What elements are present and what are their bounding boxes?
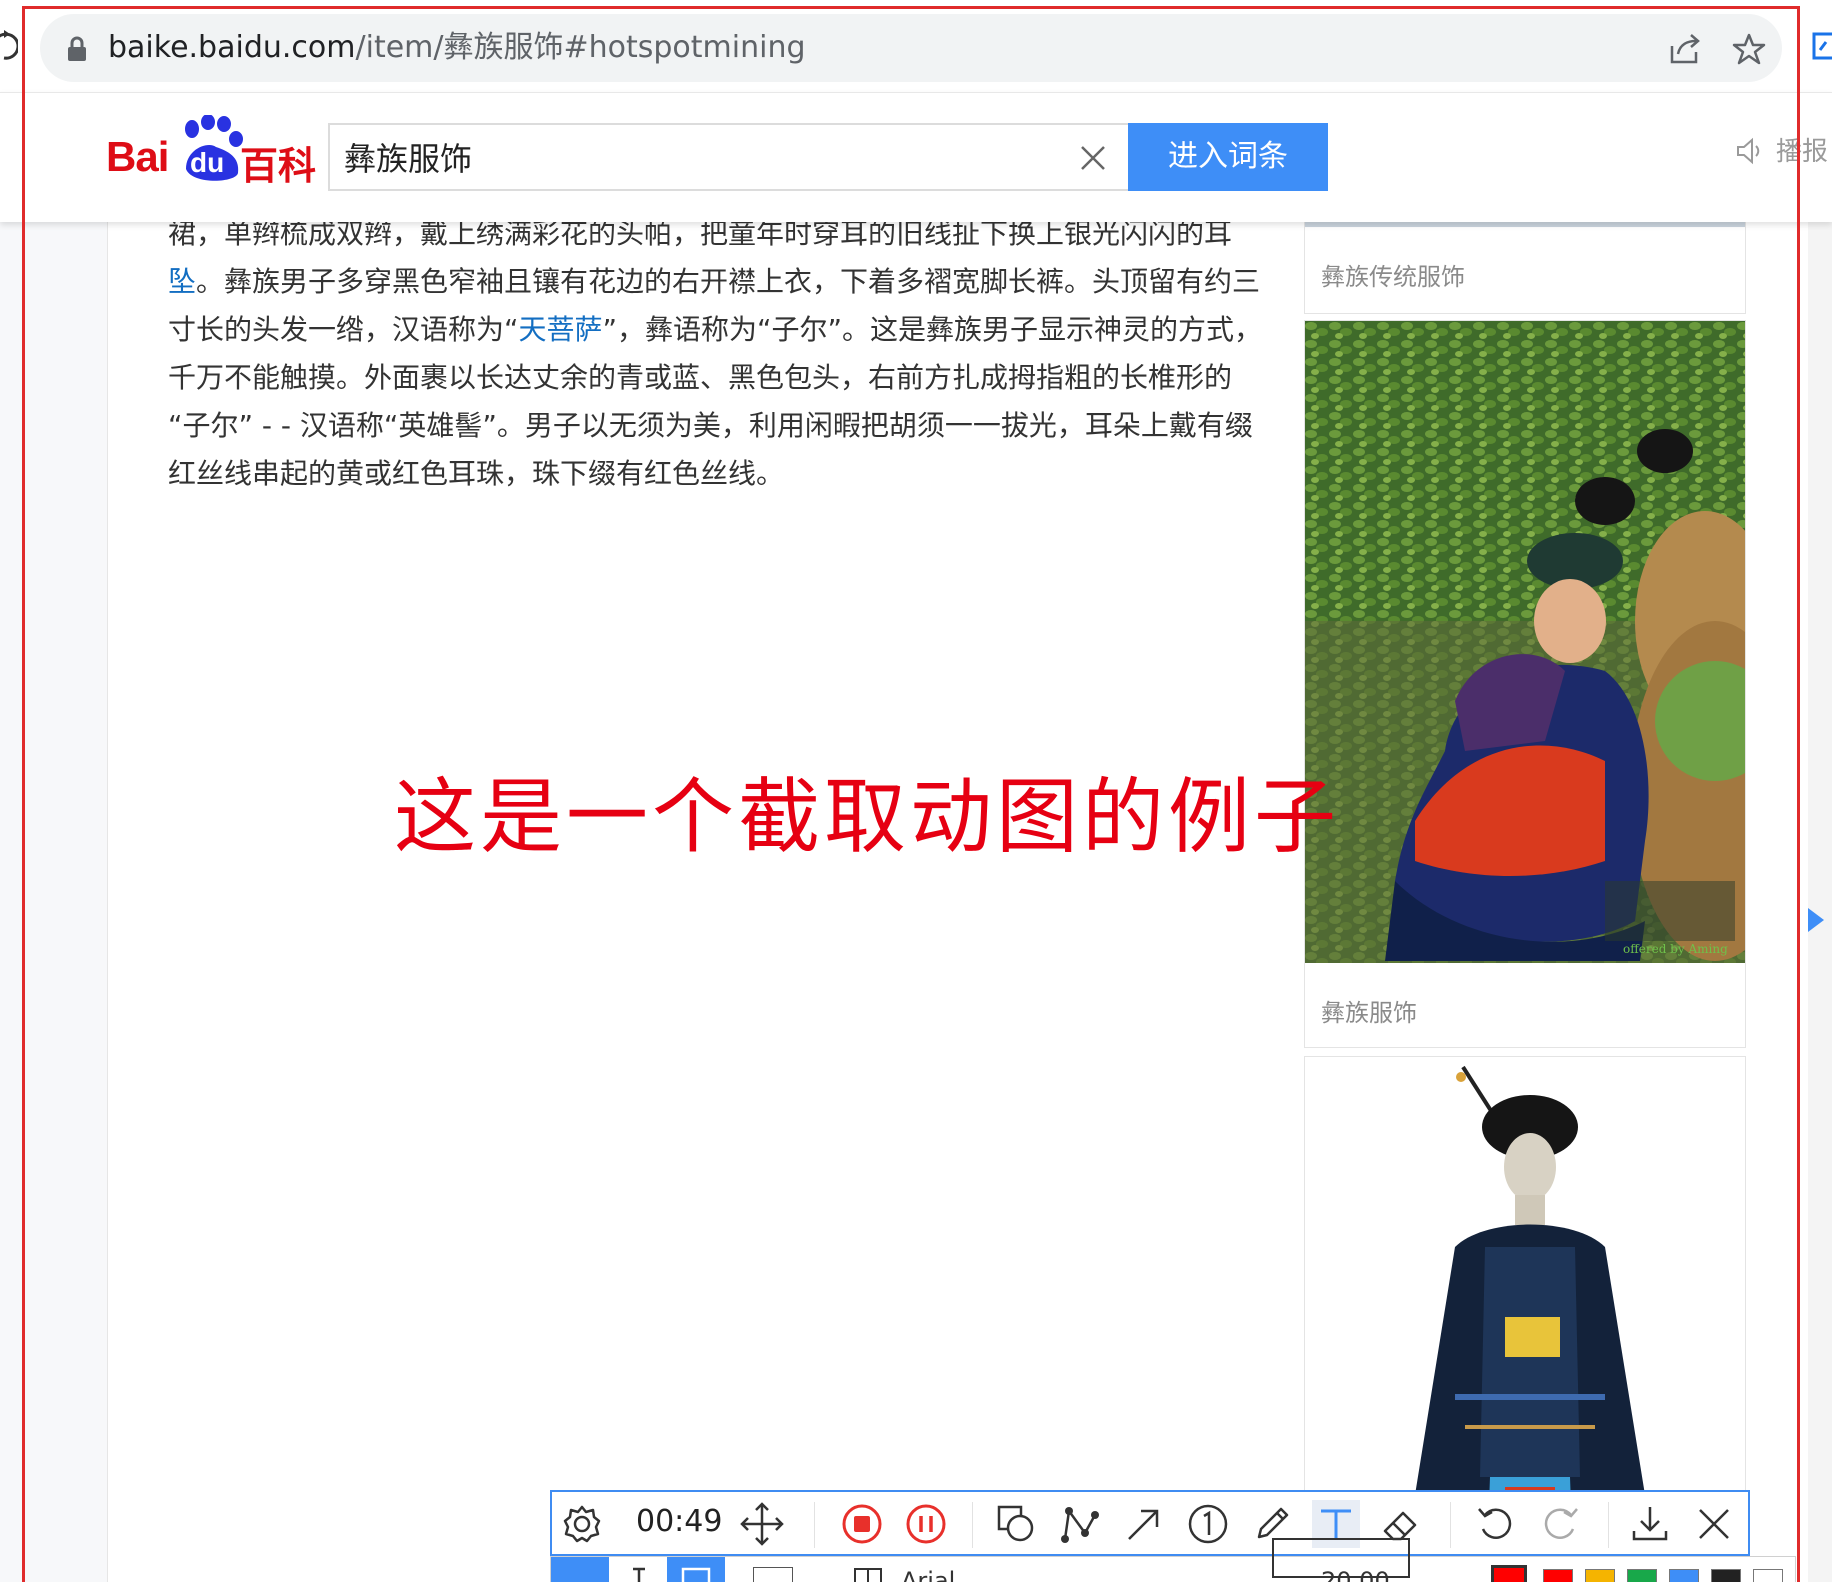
gallery-card-2[interactable]: offered by Aming 彝族服饰 <box>1304 320 1746 1048</box>
polyline-tool-button[interactable] <box>1056 1500 1104 1548</box>
logo-du-text: du <box>190 147 225 178</box>
search-box <box>328 123 1128 191</box>
article-line-2-post: ”，彝语称为“子尔”。这是彝族男子显示神灵的方式， <box>602 313 1263 346</box>
toolbar-divider <box>972 1502 973 1548</box>
move-button[interactable] <box>738 1500 786 1548</box>
right-gutter <box>1808 222 1832 1582</box>
article-line-3: 千万不能触摸。外面裹以长达丈余的青或蓝、黑色包头，右前方扎成拇指粗的长椎形的 <box>168 361 1233 394</box>
close-button[interactable] <box>1690 1500 1738 1548</box>
address-bar[interactable]: baike.baidu.com/item/彝族服饰#hotspotmining <box>40 14 1782 82</box>
gallery-caption-1: 彝族传统服饰 <box>1321 263 1465 291</box>
capture-toolbar: 00:49 <box>550 1490 1750 1556</box>
side-expand-arrow-icon[interactable] <box>1808 908 1824 932</box>
text-options-toolbar: Arial 20.00 <box>550 1556 1796 1582</box>
close-icon <box>1699 1509 1729 1539</box>
broadcast-label[interactable]: 播报 <box>1776 131 1828 168</box>
url-host: baike.baidu.com <box>108 30 356 65</box>
left-gutter <box>0 222 108 1582</box>
lock-icon[interactable] <box>66 36 88 62</box>
arrow-icon <box>1128 1509 1159 1540</box>
url-text[interactable]: baike.baidu.com/item/彝族服饰#hotspotmining <box>108 28 806 68</box>
settings-button[interactable] <box>558 1500 606 1548</box>
toolbar-divider <box>1608 1502 1609 1548</box>
extension-icon[interactable] <box>1810 30 1832 62</box>
overlay-annotation-text: 这是一个截取动图的例子 <box>394 770 1341 865</box>
photo-credit: offered by Aming <box>1623 942 1728 956</box>
stop-record-icon <box>842 1504 882 1544</box>
search-input[interactable] <box>344 133 1044 181</box>
logo-bai-text: Bai <box>106 133 169 180</box>
text-background-button[interactable] <box>667 1557 725 1582</box>
shape-tool-button[interactable] <box>992 1500 1040 1548</box>
color-swatch-yellow[interactable] <box>1585 1569 1615 1582</box>
screen: baike.baidu.com/item/彝族服饰#hotspotmining … <box>0 0 1832 1582</box>
color-swatch-black[interactable] <box>1711 1569 1741 1582</box>
gallery-card-1[interactable]: 彝族传统服饰 <box>1304 218 1746 314</box>
article-line-5: 红丝线串起的黄或红色耳珠，珠下缀有红色丝线。 <box>168 457 785 490</box>
italic-icon <box>633 1567 645 1582</box>
download-icon <box>1632 1507 1668 1541</box>
polyline-icon <box>1061 1507 1099 1543</box>
gallery-caption-2: 彝族服饰 <box>1321 999 1417 1027</box>
redo-button[interactable] <box>1536 1500 1584 1548</box>
article-line-1-text: 。彝族男子多穿黑色窄袖且镶有花边的右开襟上衣，下着多褶宽脚长裤。头顶留有约三 <box>196 265 1261 298</box>
font-name[interactable]: Arial <box>901 1567 955 1582</box>
undo-button[interactable] <box>1472 1500 1520 1548</box>
redo-icon <box>1544 1508 1578 1539</box>
number-icon <box>1188 1504 1228 1544</box>
toolbar-divider <box>814 1502 815 1548</box>
shape-icon <box>997 1505 1034 1542</box>
move-icon <box>740 1502 784 1546</box>
pause-button[interactable] <box>902 1500 950 1548</box>
bold-button[interactable] <box>551 1557 609 1582</box>
font-icon <box>854 1568 882 1582</box>
recording-timer: 00:49 <box>636 1504 723 1539</box>
settings-icon <box>563 1505 601 1543</box>
stop-record-button[interactable] <box>838 1500 886 1548</box>
color-swatch-white[interactable] <box>1753 1569 1783 1582</box>
url-path: /item/彝族服饰#hotspotmining <box>355 30 806 65</box>
toolbar-divider <box>1450 1502 1451 1548</box>
font-size-input-box[interactable] <box>1272 1538 1410 1578</box>
color-swatch-red[interactable] <box>1543 1569 1573 1582</box>
color-swatch-selected[interactable] <box>1491 1565 1527 1582</box>
pause-icon <box>906 1504 946 1544</box>
font-color-box[interactable] <box>753 1567 793 1582</box>
clear-icon[interactable] <box>1078 143 1108 173</box>
italic-button[interactable] <box>609 1557 667 1582</box>
reload-icon[interactable] <box>0 26 18 66</box>
article-line-2-pre: 寸长的头发一绺，汉语称为“ <box>168 313 519 346</box>
color-swatch-green[interactable] <box>1627 1569 1657 1582</box>
text-background-icon <box>681 1567 711 1582</box>
share-icon[interactable] <box>1666 32 1702 66</box>
baike-header: Bai du 百科 进入词条 播报 <box>0 92 1832 222</box>
download-button[interactable] <box>1626 1500 1674 1548</box>
logo-baike-text: 百科 <box>240 144 317 188</box>
yi-women-tea-field-photo[interactable]: offered by Aming <box>1305 321 1745 963</box>
undo-icon <box>1478 1508 1512 1539</box>
article-line-2: 寸长的头发一绺，汉语称为“天菩萨”，彝语称为“子尔”。这是彝族男子显示神灵的方式… <box>168 306 1262 354</box>
number-tool-button[interactable] <box>1184 1500 1232 1548</box>
color-swatch-blue[interactable] <box>1669 1569 1699 1582</box>
link-ear-pendant[interactable]: 坠 <box>168 265 196 298</box>
link-tianpusa[interactable]: 天菩萨 <box>519 313 603 346</box>
star-icon[interactable] <box>1732 32 1766 66</box>
enter-entry-button[interactable]: 进入词条 <box>1128 123 1328 191</box>
article-line-1: 坠。彝族男子多穿黑色窄袖且镶有花边的右开襟上衣，下着多褶宽脚长裤。头顶留有约三 <box>168 258 1260 306</box>
browser-toolbar: baike.baidu.com/item/彝族服饰#hotspotmining <box>0 0 1832 92</box>
speaker-icon[interactable] <box>1734 135 1766 167</box>
arrow-tool-button[interactable] <box>1120 1500 1168 1548</box>
article-line-4: “子尔” - - 汉语称“英雄髻”。男子以无须为美，利用闲暇把胡须一一拔光，耳朵… <box>168 409 1253 442</box>
